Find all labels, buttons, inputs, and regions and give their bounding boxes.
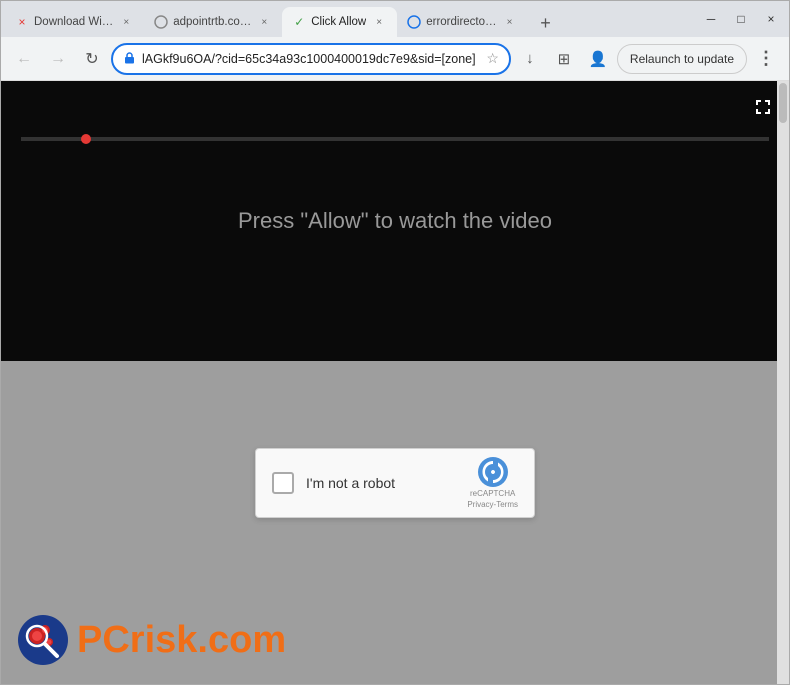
recaptcha-widget[interactable]: I'm not a robot reCAPTCHA Privacy-Terms	[255, 448, 535, 518]
tab-1-title: Download Wi…	[34, 16, 113, 28]
tab-click-allow[interactable]: ✓ Click Allow ×	[282, 7, 397, 37]
tab-4-title: errordirecto…	[426, 16, 496, 28]
tab-errordirector[interactable]: errordirecto… ×	[397, 7, 527, 37]
recaptcha-logo-icon	[477, 456, 509, 488]
tab-2-title: adpointrtb.co…	[173, 16, 251, 28]
window-controls: ─ □ ×	[697, 5, 785, 33]
new-tab-button[interactable]: +	[532, 9, 560, 37]
watermark-logo-icon	[17, 614, 69, 666]
relaunch-button[interactable]: Relaunch to update	[617, 44, 747, 74]
tab-download-wi[interactable]: × Download Wi… ×	[5, 7, 144, 37]
tab-3-close[interactable]: ×	[371, 14, 387, 30]
captcha-label: I'm not a robot	[306, 475, 455, 491]
minimize-button[interactable]: ─	[697, 5, 725, 33]
close-button[interactable]: ×	[757, 5, 785, 33]
toolbar: ← → ↻ lAGkf9u6OA/?cid=65c34a93c100040001…	[1, 37, 789, 81]
reload-button[interactable]: ↻	[77, 44, 107, 74]
fullscreen-button[interactable]	[753, 97, 773, 122]
toolbar-actions: ↓ ⊞ 👤 Relaunch to update ⋮	[515, 44, 781, 74]
captcha-checkbox[interactable]	[272, 472, 294, 494]
forward-button[interactable]: →	[43, 44, 73, 74]
video-prompt-text: Press "Allow" to watch the video	[238, 208, 552, 234]
content-area: I'm not a robot reCAPTCHA Privacy-Terms	[1, 361, 789, 684]
page-content: Press "Allow" to watch the video I'm not…	[1, 81, 789, 684]
tab-3-title: Click Allow	[311, 16, 366, 28]
download-button[interactable]: ↓	[515, 44, 545, 74]
browser-window: × Download Wi… × adpointrtb.co… × ✓ Clic…	[0, 0, 790, 685]
lock-icon	[123, 51, 136, 67]
scrollbar-thumb[interactable]	[779, 83, 787, 123]
extensions-button[interactable]: ⊞	[549, 44, 579, 74]
tab-2-close[interactable]: ×	[256, 14, 272, 30]
tab-1-favicon: ×	[15, 15, 29, 29]
recaptcha-privacy-terms: Privacy-Terms	[467, 500, 518, 510]
recaptcha-brand-label: reCAPTCHA	[470, 489, 515, 499]
maximize-button[interactable]: □	[727, 5, 755, 33]
video-progress-dot	[81, 134, 91, 144]
address-text: lAGkf9u6OA/?cid=65c34a93c1000400019dc7e9…	[142, 52, 480, 66]
tab-3-favicon: ✓	[292, 15, 306, 29]
scrollbar[interactable]	[777, 81, 789, 684]
profile-button[interactable]: 👤	[583, 44, 613, 74]
tab-1-close[interactable]: ×	[118, 14, 134, 30]
captcha-branding: reCAPTCHA Privacy-Terms	[467, 456, 518, 509]
tab-2-favicon	[154, 15, 168, 29]
tab-adpointrtb[interactable]: adpointrtb.co… ×	[144, 7, 282, 37]
tab-4-close[interactable]: ×	[502, 14, 518, 30]
bookmark-icon[interactable]: ☆	[486, 50, 499, 67]
back-button[interactable]: ←	[9, 44, 39, 74]
menu-button[interactable]: ⋮	[751, 44, 781, 74]
video-progress-bar	[21, 137, 769, 141]
title-bar: × Download Wi… × adpointrtb.co… × ✓ Clic…	[1, 1, 789, 37]
tab-bar: × Download Wi… × adpointrtb.co… × ✓ Clic…	[5, 1, 689, 37]
address-bar[interactable]: lAGkf9u6OA/?cid=65c34a93c1000400019dc7e9…	[111, 43, 511, 75]
watermark: PCrisk.com	[17, 614, 286, 666]
video-area: Press "Allow" to watch the video	[1, 81, 789, 361]
watermark-text: PCrisk.com	[77, 619, 286, 662]
tab-4-favicon	[407, 15, 421, 29]
